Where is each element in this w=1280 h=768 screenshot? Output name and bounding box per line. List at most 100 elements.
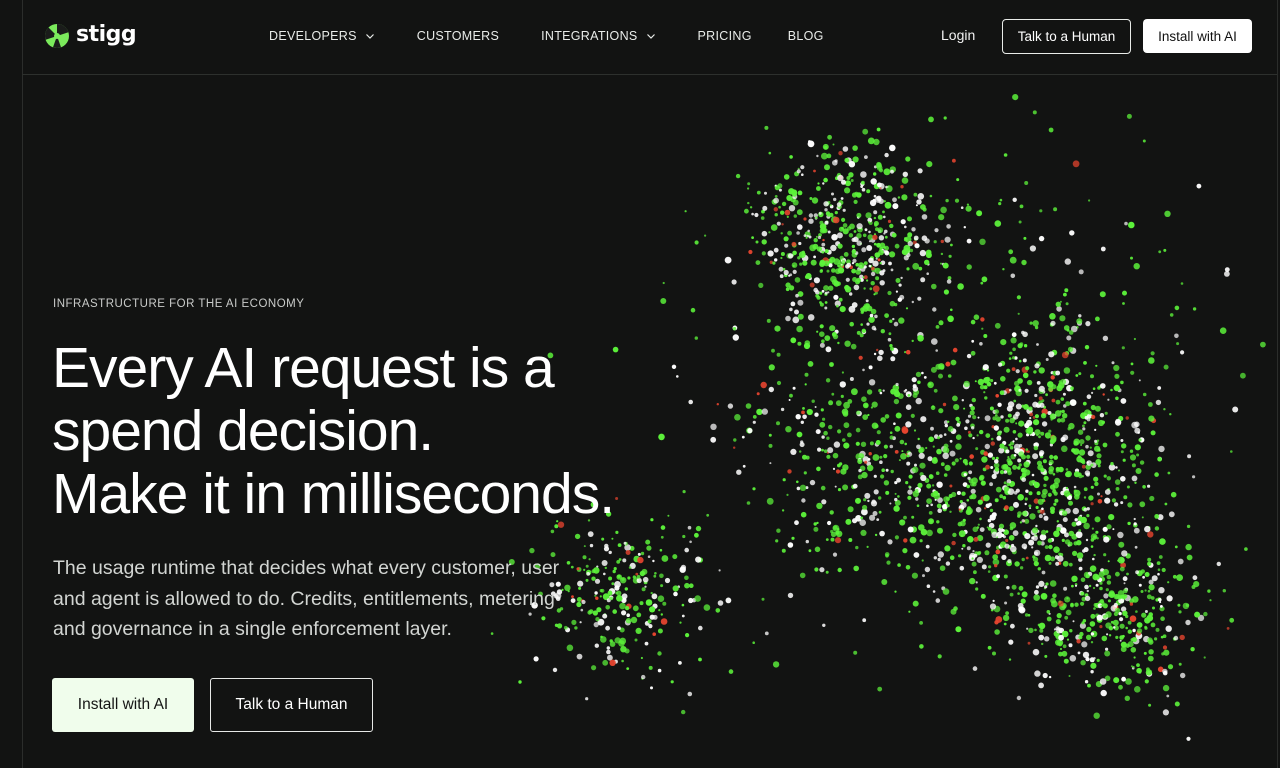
particle-dot [864,492,871,499]
particle-dot [821,435,825,439]
particle-dot [1158,598,1162,602]
particle-dot [832,216,840,224]
particle-dot [984,550,990,556]
particle-dot [890,346,894,351]
particle-dot [1061,445,1068,453]
particle-dot [755,240,759,244]
particle-dot [887,337,892,342]
particle-dot [786,195,793,201]
particle-dot [1148,703,1152,707]
particle-dot [1010,337,1017,344]
particle-dot [682,534,686,539]
particle-dot [898,317,905,324]
particle-dot [875,227,879,232]
install-with-ai-button-header[interactable]: Install with AI [1143,19,1252,53]
particle-dot [873,293,876,296]
particle-dot [1035,505,1039,510]
particle-dot [1024,388,1029,393]
particle-dot [870,178,877,185]
particle-dot [660,584,664,588]
particle-dot [1075,531,1083,539]
particle-dot [853,199,858,204]
particle-dot [1084,470,1091,476]
talk-to-human-button-header[interactable]: Talk to a Human [1002,19,1131,54]
particle-dot [609,659,616,666]
particle-dot [981,456,988,463]
particle-dot [1163,649,1170,656]
particle-dot [1006,368,1011,373]
particle-dot [1134,545,1138,549]
particle-dot [1131,463,1136,468]
particle-dot [829,204,832,207]
headline-line-1: Every AI request is a [52,336,555,400]
particle-dot [988,502,992,507]
particle-dot [907,240,913,247]
particle-dot [946,224,951,229]
particle-dot [1114,479,1121,485]
particle-dot [837,341,840,345]
particle-dot [1034,429,1041,436]
particle-dot [998,523,1005,529]
nav-customers[interactable]: CUSTOMERS [417,29,499,43]
particle-dot [1025,556,1029,560]
particle-dot [904,351,907,354]
particle-dot [648,665,653,670]
particle-dot [1041,492,1047,499]
particle-dot [885,468,889,472]
particle-dot [845,277,850,282]
particle-dot [903,515,907,520]
particle-dot [858,468,862,473]
particle-dot [853,284,860,291]
top-header: stigg DEVELOPERS CUSTOMERS INTEGRATIONS … [22,0,1277,75]
particle-dot [851,237,856,242]
particle-dot [755,260,761,265]
particle-dot [1003,574,1008,579]
particle-dot [1034,363,1040,369]
particle-dot [901,249,909,256]
particle-dot [1187,454,1192,459]
particle-dot [983,507,987,510]
particle-dot [899,439,905,445]
particle-dot [1155,627,1160,632]
particle-dot [1073,440,1079,446]
logo-link[interactable]: stigg [44,22,137,50]
particle-dot [1166,694,1170,698]
particle-dot [1002,614,1010,622]
particle-dot [792,269,797,274]
particle-dot [1207,589,1211,593]
talk-to-human-button[interactable]: Talk to a Human [210,678,373,732]
particle-dot [919,621,923,625]
particle-dot [1039,450,1045,456]
particle-dot [921,214,928,220]
nav-developers[interactable]: DEVELOPERS [269,29,375,43]
nav-blog[interactable]: BLOG [788,29,824,43]
particle-dot [774,195,778,198]
particle-dot [1118,684,1123,690]
particle-dot [860,323,863,326]
particle-dot [843,422,850,429]
particle-dot [952,347,958,353]
particle-dot [1090,463,1094,467]
login-link[interactable]: Login [941,27,975,43]
particle-dot [912,393,918,398]
particle-dot [885,185,888,189]
particle-dot [845,518,852,525]
particle-dot [694,240,699,245]
particle-dot [878,249,884,256]
particle-dot [1163,408,1166,411]
particle-dot [853,230,857,233]
particle-dot [981,276,988,283]
install-with-ai-button[interactable]: Install with AI [52,678,194,732]
nav-pricing[interactable]: PRICING [698,29,752,43]
particle-dot [947,426,954,432]
particle-dot [787,230,792,236]
particle-dot [970,493,977,500]
particle-dot [942,402,947,407]
nav-integrations[interactable]: INTEGRATIONS [541,29,655,43]
particle-dot [868,264,872,268]
particle-dot [817,235,822,240]
particle-dot [906,267,910,271]
particle-dot [626,667,630,670]
particle-dot [976,556,984,564]
particle-dot [1022,331,1028,338]
